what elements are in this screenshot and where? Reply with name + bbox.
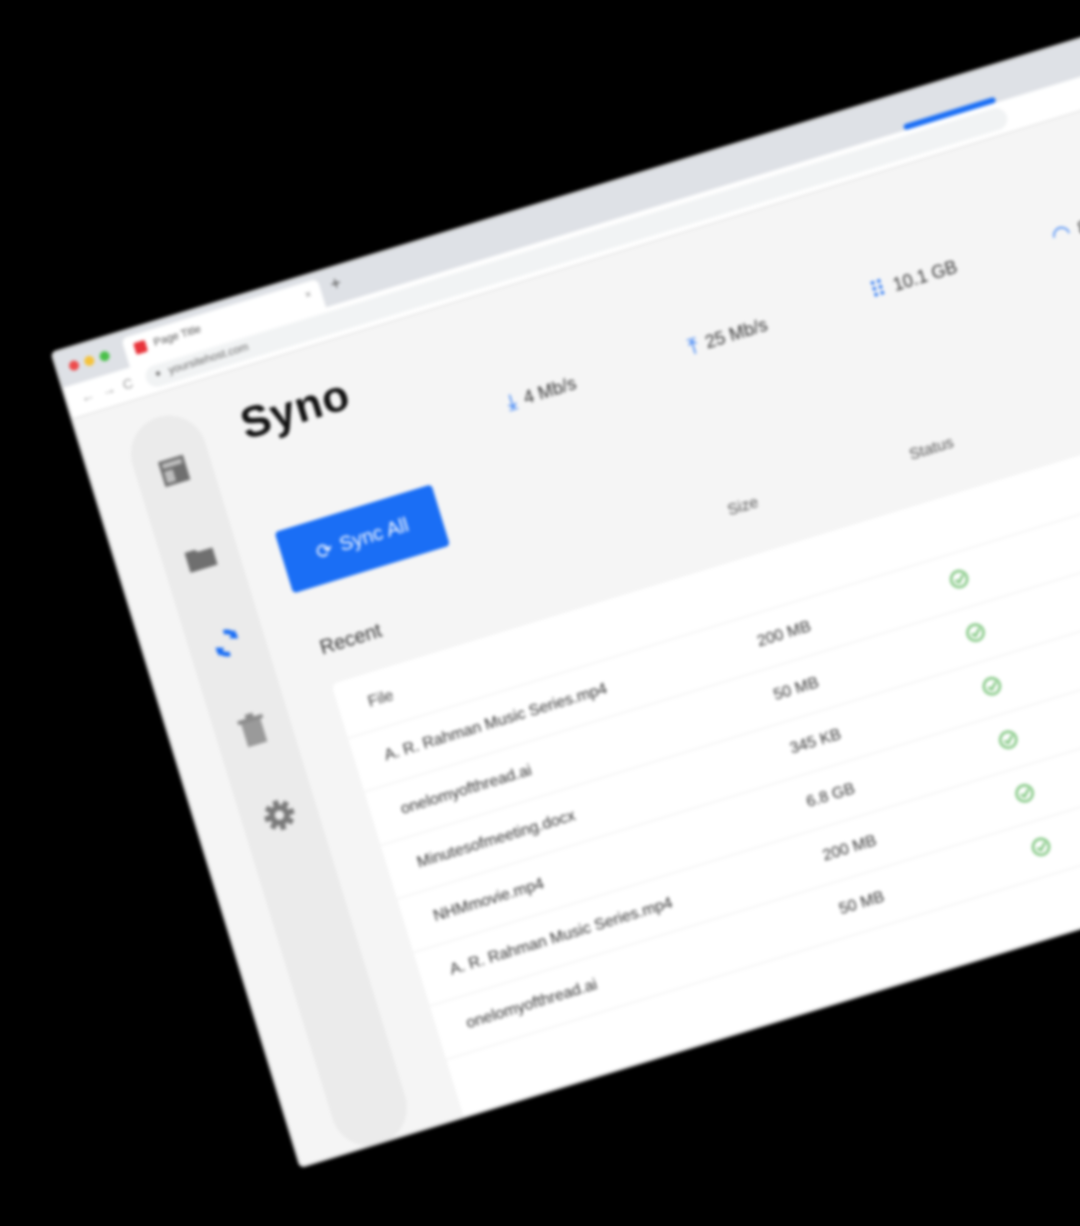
speedometer-stat: ◠ 85 — [1048, 211, 1080, 250]
download-icon: ⤓ — [503, 388, 520, 416]
gear-icon — [264, 799, 295, 831]
sync-icon — [215, 629, 239, 657]
screenshot-stage: Page Title × + ← → C ● yoursitehost.com — [0, 0, 1080, 1226]
synced-check-icon — [978, 672, 1005, 699]
file-size: 6.8 GB — [804, 780, 858, 812]
storage-grid-icon: ⠿ — [866, 275, 890, 304]
upload-speed-stat: ⤒ 25 Mb/s — [685, 312, 771, 361]
browser-titlebar: Page Title × + — [52, 2, 1080, 388]
upload-speed-value: 25 Mb/s — [702, 314, 770, 352]
file-size: 200 MB — [820, 832, 879, 865]
sync-all-button[interactable]: ⟳ Sync All — [274, 484, 451, 594]
recent-heading: Recent — [317, 619, 385, 660]
synced-check-icon — [945, 565, 972, 592]
synced-check-icon — [995, 726, 1022, 753]
file-size: 50 MB — [837, 888, 887, 919]
storage-stat: ⠿ 10.1 GB — [867, 254, 961, 305]
sidebar-item-dashboard[interactable] — [154, 451, 194, 491]
reload-icon[interactable]: C — [121, 375, 135, 393]
lock-icon: ● — [153, 367, 163, 380]
recent-files-table: File A. R. Rahman Music Series.mp4 200 MB… — [331, 362, 1080, 1169]
forward-icon[interactable]: → — [99, 380, 117, 399]
file-column-header: File — [365, 687, 396, 711]
file-size: 200 MB — [755, 617, 814, 651]
tab-close-icon[interactable]: × — [304, 288, 314, 301]
new-tab-button[interactable]: + — [328, 272, 344, 295]
synced-check-icon — [1011, 780, 1038, 807]
synced-check-icon — [1027, 833, 1054, 860]
upload-icon: ⤒ — [684, 332, 702, 360]
folder-icon — [184, 547, 218, 573]
speedometer-value: 85 — [1075, 213, 1080, 239]
back-icon[interactable]: ← — [78, 386, 96, 405]
size-column-header-top: Size — [725, 493, 761, 520]
download-speed-value: 4 Mb/s — [520, 372, 579, 408]
url-field[interactable]: ● yoursitehost.com — [142, 105, 1011, 390]
app-logo: Syno — [234, 369, 356, 450]
speedometer-icon: ◠ — [1048, 218, 1075, 249]
favicon-icon — [133, 339, 149, 355]
sidebar-item-files[interactable] — [181, 537, 221, 577]
sync-all-label: Sync All — [336, 513, 412, 556]
sidebar-item-trash[interactable] — [233, 709, 273, 749]
maximize-window-button[interactable] — [98, 349, 111, 363]
download-speed-stat: ⤓ 4 Mb/s — [503, 370, 579, 416]
trash-icon — [237, 712, 268, 748]
storage-value: 10.1 GB — [890, 256, 960, 295]
tab-title: Page Title — [152, 323, 203, 349]
synced-check-icon — [962, 619, 989, 646]
sync-all-icon: ⟳ — [313, 537, 336, 564]
sidebar-item-settings[interactable] — [259, 795, 299, 835]
file-size: 50 MB — [771, 674, 821, 704]
sidebar-item-sync[interactable] — [207, 623, 247, 663]
minimize-window-button[interactable] — [83, 354, 96, 368]
close-window-button[interactable] — [67, 359, 81, 372]
browser-window: Page Title × + ← → C ● yoursitehost.com — [50, 0, 1080, 1169]
file-size: 345 KB — [788, 725, 844, 758]
dashboard-icon — [157, 454, 191, 488]
status-column-header: Status — [907, 434, 956, 464]
